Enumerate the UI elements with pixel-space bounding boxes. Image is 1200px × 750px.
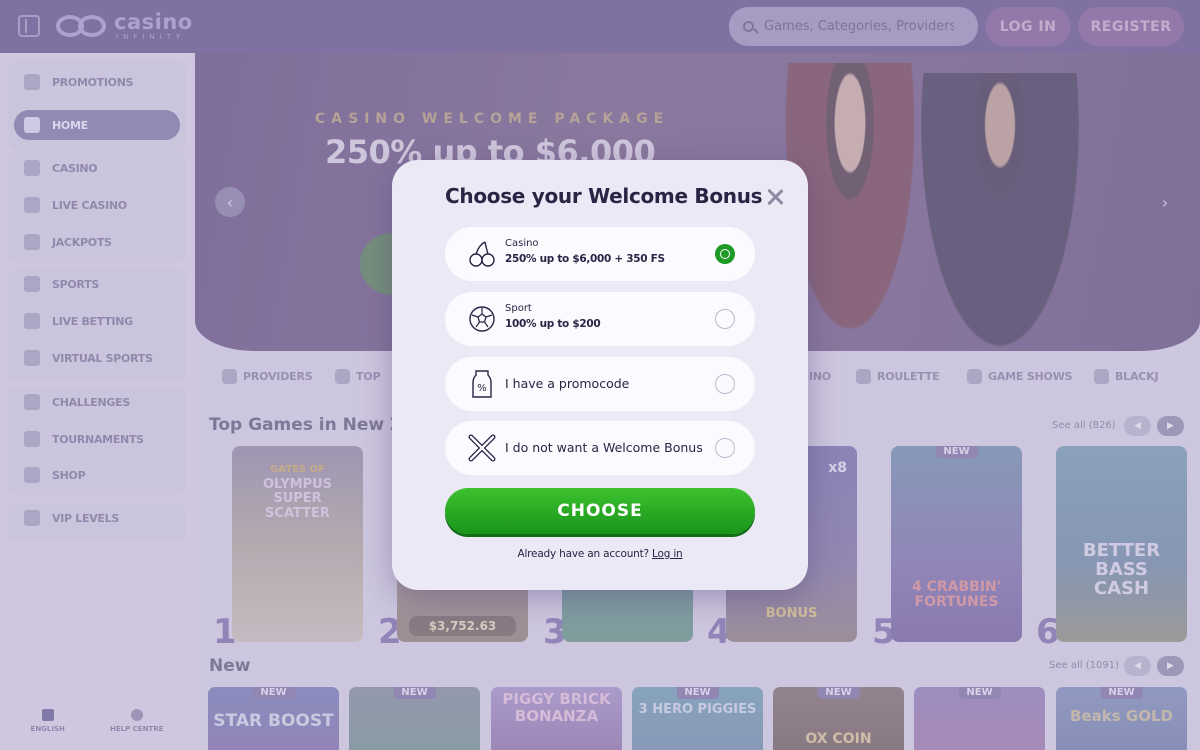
svg-text:%: % — [477, 383, 487, 394]
choose-button[interactable]: CHOOSE — [445, 488, 755, 534]
radio-sport[interactable] — [715, 309, 735, 329]
already-account-text: Already have an account? — [517, 548, 649, 560]
option-main-text: 250% up to $6,000 + 350 FS — [505, 253, 665, 265]
modal-login-link[interactable]: Log in — [652, 548, 683, 560]
bonus-option-none[interactable]: I do not want a Welcome Bonus — [445, 421, 755, 475]
bonus-option-sport[interactable]: Sport 100% up to $200 — [445, 292, 755, 346]
radio-promocode[interactable] — [715, 374, 735, 394]
bonus-option-promocode[interactable]: % I have a promocode — [445, 357, 755, 411]
option-kicker: Casino — [505, 238, 539, 249]
bonus-option-casino[interactable]: Casino 250% up to $6,000 + 350 FS — [445, 227, 755, 281]
option-kicker: Sport — [505, 303, 532, 314]
close-icon[interactable] — [764, 186, 786, 208]
welcome-bonus-modal: Choose your Welcome Bonus Casino 250% up… — [392, 160, 808, 590]
already-account-line: Already have an account? Log in — [392, 548, 808, 560]
promo-tag-icon: % — [472, 370, 492, 398]
radio-casino-selected[interactable] — [715, 244, 735, 264]
option-text: I have a promocode — [505, 376, 630, 391]
radio-no-bonus[interactable] — [715, 438, 735, 458]
cherries-icon — [469, 241, 495, 267]
option-text: I do not want a Welcome Bonus — [505, 440, 703, 455]
option-main-text: 100% up to $200 — [505, 318, 601, 330]
cross-icon — [468, 434, 496, 462]
soccer-ball-icon — [469, 306, 495, 332]
modal-title: Choose your Welcome Bonus — [445, 184, 763, 208]
